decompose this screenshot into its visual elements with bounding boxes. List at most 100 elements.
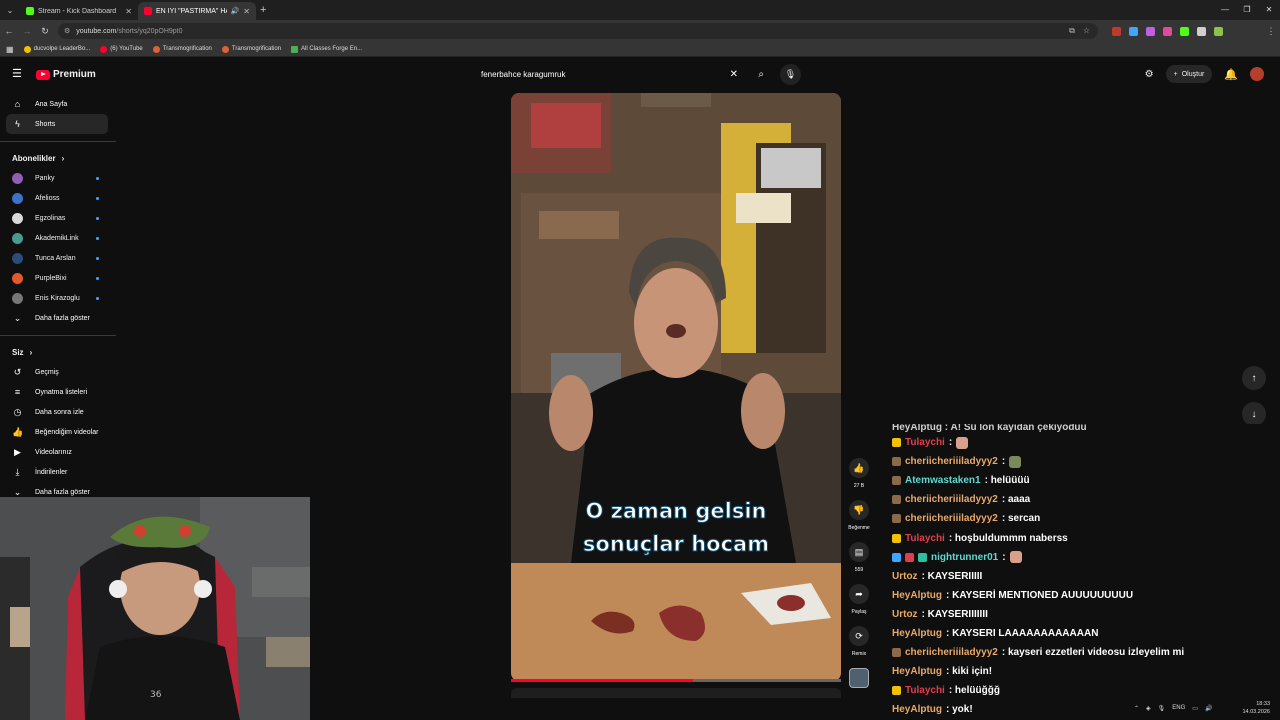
you-heading[interactable]: Siz › [0, 342, 116, 362]
sidebar-item-shorts[interactable]: ϟ Shorts [6, 114, 108, 134]
browser-extension-icon[interactable] [1112, 26, 1121, 36]
share-label: Paylaş [851, 609, 867, 615]
voice-search-icon[interactable]: 🎙 [780, 64, 801, 85]
subscriptions-heading[interactable]: Abonelikler › [0, 148, 116, 168]
apps-grid-icon[interactable]: ▦ [6, 45, 14, 54]
next-short-button[interactable]: ↓ [1242, 402, 1266, 426]
subscriptions-title: Abonelikler [12, 153, 56, 163]
network-icon[interactable]: ◈ [1146, 705, 1151, 712]
tab-search-icon[interactable]: ⌄ [0, 0, 20, 20]
back-arrow-icon[interactable]: ← [0, 26, 18, 36]
install-app-icon[interactable]: ⧉ [1069, 26, 1075, 36]
like-button[interactable]: 👍 27 B [846, 458, 872, 489]
close-tab-icon[interactable]: ✕ [125, 7, 132, 16]
sidebar-item-history[interactable]: ↺ Geçmiş [0, 362, 116, 382]
site-info-icon[interactable]: ⚙ [64, 27, 70, 35]
tab-kick-dashboard[interactable]: Stream - Kick Dashboard ✕ [20, 2, 138, 20]
chat-username[interactable]: cheriicheriiiladyyy2 [905, 647, 998, 658]
extension-gear-icon[interactable]: ⚙ [1145, 69, 1154, 80]
bookmark-item[interactable]: Transmogrification [152, 45, 212, 53]
window-controls: — ❐ ✕ [1214, 0, 1280, 20]
sidebar-channel-item[interactable]: Panky [0, 168, 116, 188]
chat-text: : KAYSERIIIIIII [921, 608, 988, 620]
chat-username[interactable]: nightrunner01 [931, 552, 998, 563]
dislike-button[interactable]: 👎 Beğenme [846, 500, 872, 531]
chat-username[interactable]: Urtoz [892, 609, 918, 620]
bookmark-item[interactable]: (6) YouTube [100, 45, 143, 53]
close-tab-icon[interactable]: ✕ [243, 7, 250, 16]
channel-list: Panky Afelioss Egzolinas AkademikLink Tunca … [0, 168, 116, 308]
remix-button[interactable]: ⟳ Remix [846, 626, 872, 657]
clear-search-icon[interactable]: ✕ [730, 69, 738, 80]
mic-icon[interactable]: 🎙 [1158, 705, 1166, 712]
browser-extension-icon[interactable] [1180, 26, 1189, 36]
hamburger-menu-icon[interactable]: ☰ [12, 69, 24, 80]
tab-youtube-short[interactable]: EN İYİ "PASTIRMA" HANGİ 🔊 ✕ [138, 2, 256, 20]
chat-username[interactable]: HeyAlptug [892, 628, 942, 639]
search-input[interactable]: fenerbahce karagumruk ✕ ⌕ [474, 64, 774, 85]
audio-track-thumbnail[interactable] [849, 668, 869, 688]
sidebar-item-downloads[interactable]: ⤓ İndirilenler [0, 462, 116, 482]
minimize-icon[interactable]: — [1214, 0, 1236, 20]
reload-icon[interactable]: ↻ [36, 26, 54, 37]
chat-username[interactable]: Tulaychi [905, 685, 945, 696]
chat-username[interactable]: HeyAlptug [892, 590, 942, 601]
notifications-bell-icon[interactable]: 🔔 [1224, 68, 1238, 81]
sidebar-channel-item[interactable]: PurpleBixi [0, 268, 116, 288]
video-progress-bar[interactable] [511, 679, 841, 682]
sidebar-channel-item[interactable]: Egzolinas [0, 208, 116, 228]
forward-arrow-icon[interactable]: → [18, 26, 36, 36]
chat-username[interactable]: cheriicheriiiladyyy2 [905, 513, 998, 524]
sidebar-item-watch-later[interactable]: ◷ Daha sonra izle [0, 402, 116, 422]
display-icon[interactable]: ▭ [1192, 705, 1198, 712]
bookmark-item[interactable]: Transmogrification [221, 45, 281, 53]
volume-icon[interactable]: 🔊 [1205, 705, 1212, 712]
tray-chevron-icon[interactable]: ⌃ [1134, 705, 1139, 712]
chat-username[interactable]: cheriicheriiiladyyy2 [905, 494, 998, 505]
new-tab-button[interactable]: + [260, 4, 266, 16]
close-window-icon[interactable]: ✕ [1258, 0, 1280, 20]
chat-username[interactable]: Urtoz [892, 571, 918, 582]
browser-extension-icon[interactable] [1129, 26, 1138, 36]
browser-extension-icon[interactable] [1163, 26, 1172, 36]
sidebar-item-your-videos[interactable]: ▶ Videolarınız [0, 442, 116, 462]
short-video-player[interactable]: O zaman gelsin sonuçlar hocam [511, 93, 841, 681]
browser-extension-icon[interactable] [1214, 26, 1223, 36]
search-icon[interactable]: ⌕ [758, 69, 764, 80]
bookmark-item[interactable]: All Classes Forge En... [291, 45, 362, 53]
comments-button[interactable]: ▤ 559 [846, 542, 872, 573]
bookmark-label: (6) YouTube [110, 46, 143, 52]
youtube-premium-logo[interactable]: Premium [36, 69, 96, 80]
chat-username[interactable]: HeyAlptug [892, 704, 942, 715]
sidebar-channel-item[interactable]: AkademikLink [0, 228, 116, 248]
sidebar-channel-item[interactable]: Enis Kirazoglu [0, 288, 116, 308]
address-bar[interactable]: ⚙ youtube.com/shorts/yq20pOH9pt0 ⧉ ☆ [58, 23, 1098, 39]
browser-extension-icon[interactable] [1146, 26, 1155, 36]
show-more-subs-button[interactable]: ⌄ Daha fazla göster [0, 308, 116, 328]
bookmark-item[interactable]: ducvolpe LeaderBo... [23, 45, 90, 53]
speaker-icon[interactable]: 🔊 [231, 7, 240, 15]
clock[interactable]: 18:33 14.03.2026 [1242, 700, 1280, 716]
divider [0, 141, 116, 142]
sidebar-item-home[interactable]: ⌂ Ana Sayfa [0, 94, 116, 114]
maximize-icon[interactable]: ❐ [1236, 0, 1258, 20]
chat-message: Tulaychi: [888, 433, 1280, 452]
share-button[interactable]: ➦ Paylaş [846, 584, 872, 615]
next-short-preview[interactable] [511, 688, 841, 698]
chat-username[interactable]: cheriicheriiiladyyy2 [905, 456, 998, 467]
previous-short-button[interactable]: ↑ [1242, 366, 1266, 390]
browser-extension-icon[interactable] [1197, 26, 1206, 36]
chat-username[interactable]: Atemwastaken1 [905, 475, 981, 486]
sidebar-channel-item[interactable]: Afelioss [0, 188, 116, 208]
chat-username[interactable]: Tulaychi [905, 533, 945, 544]
sidebar-item-liked[interactable]: 👍 Beğendiğim videolar [0, 422, 116, 442]
language-indicator[interactable]: ENG [1172, 705, 1185, 711]
sidebar-item-playlists[interactable]: ≡ Oynatma listeleri [0, 382, 116, 402]
menu-dots-icon[interactable]: ⋮ [1262, 26, 1280, 37]
bookmark-star-icon[interactable]: ☆ [1083, 26, 1090, 36]
chat-username[interactable]: HeyAlptug [892, 666, 942, 677]
chat-username[interactable]: Tulaychi [905, 437, 945, 448]
sidebar-channel-item[interactable]: Tunca Arslan [0, 248, 116, 268]
account-avatar[interactable] [1250, 67, 1264, 81]
create-button[interactable]: + Oluştur [1165, 65, 1213, 83]
